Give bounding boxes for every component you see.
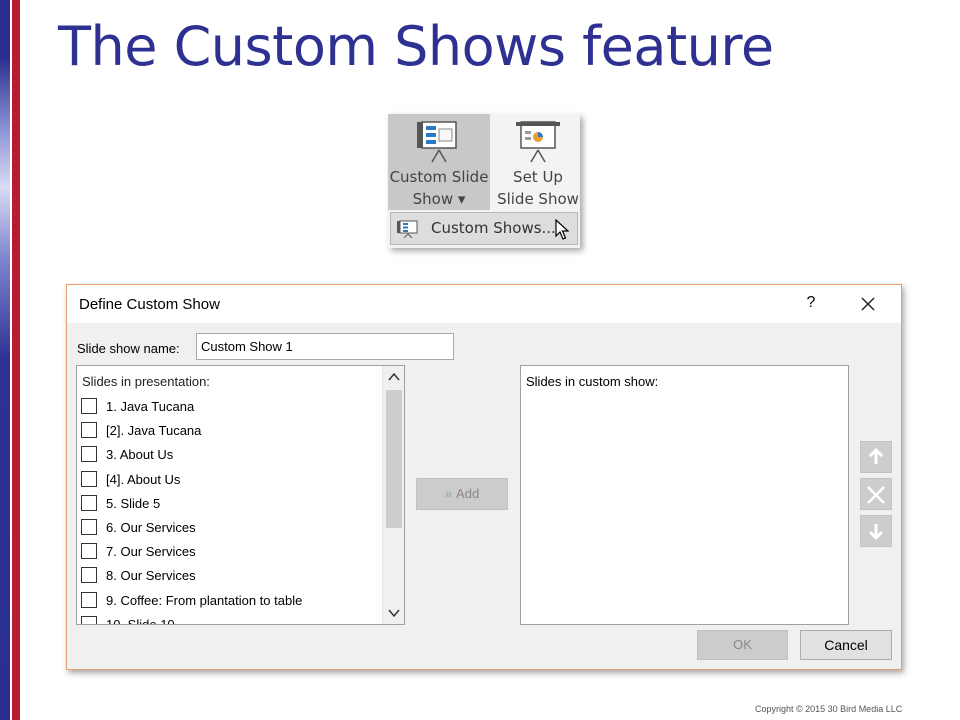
slide-label: 1. Java Tucana bbox=[106, 399, 195, 414]
scroll-down-button[interactable] bbox=[383, 602, 404, 624]
dialog-title: Define Custom Show bbox=[79, 296, 220, 313]
set-up-slide-show-icon bbox=[516, 121, 560, 163]
arrow-up-icon bbox=[868, 447, 884, 464]
slide-show-name-input[interactable] bbox=[196, 333, 454, 360]
slide-label: 10. Slide 10 bbox=[106, 616, 175, 625]
help-button[interactable]: ? bbox=[804, 294, 818, 312]
list-item[interactable]: 6. Our Services bbox=[77, 517, 383, 541]
cancel-button[interactable]: Cancel bbox=[800, 630, 892, 660]
define-custom-show-dialog: Define Custom Show ? Slide show name: Sl… bbox=[66, 284, 902, 670]
slide-label: 3. About Us bbox=[106, 447, 174, 463]
slide-checkbox[interactable] bbox=[81, 470, 97, 487]
close-icon[interactable] bbox=[857, 293, 879, 315]
list-item[interactable]: [2]. Java Tucana bbox=[77, 420, 383, 444]
chevron-up-icon bbox=[388, 372, 400, 381]
slides-in-presentation-header: Slides in presentation: bbox=[82, 374, 210, 389]
custom-slide-show-button[interactable]: Custom Slide Show ▾ bbox=[388, 114, 490, 210]
scroll-thumb[interactable] bbox=[386, 390, 402, 528]
add-label: Add bbox=[456, 486, 480, 501]
slides-in-presentation-list[interactable]: Slides in presentation: 1. Java Tucana [… bbox=[76, 365, 405, 625]
x-icon bbox=[867, 486, 885, 504]
custom-shows-icon bbox=[397, 220, 418, 238]
slide-label: [4]. About Us bbox=[106, 471, 181, 487]
chevron-down-icon bbox=[388, 609, 400, 618]
slide-checkbox[interactable] bbox=[81, 591, 97, 608]
copyright-text: Copyright © 2015 30 Bird Media LLC bbox=[755, 704, 903, 714]
move-up-button[interactable] bbox=[860, 441, 892, 473]
list-item[interactable]: 9. Coffee: From plantation to table bbox=[77, 590, 383, 614]
slide-checkbox[interactable] bbox=[81, 446, 97, 463]
slide-checkbox[interactable] bbox=[81, 518, 97, 535]
slides-list-items: 1. Java Tucana [2]. Java Tucana 3. About… bbox=[77, 396, 383, 625]
list-item[interactable]: 5. Slide 5 bbox=[77, 493, 383, 517]
slide-show-name-label: Slide show name: bbox=[77, 341, 180, 356]
add-arrows-icon: » bbox=[444, 486, 453, 501]
slides-in-custom-show-header: Slides in custom show: bbox=[526, 374, 659, 389]
add-button[interactable]: » Add bbox=[416, 478, 508, 510]
slide-checkbox[interactable] bbox=[81, 494, 97, 511]
list-item[interactable]: 10. Slide 10 bbox=[77, 614, 383, 625]
custom-slide-show-label-2: Show ▾ bbox=[412, 190, 466, 208]
slide-label: 6. Our Services bbox=[106, 519, 196, 535]
arrow-down-icon bbox=[868, 524, 884, 541]
set-up-slide-show-button[interactable]: Set Up Slide Show bbox=[496, 114, 580, 210]
slide-label: 9. Coffee: From plantation to table bbox=[106, 592, 303, 608]
left-red-bar bbox=[12, 0, 20, 720]
list-item[interactable]: 3. About Us bbox=[77, 444, 383, 468]
list-item[interactable]: 1. Java Tucana bbox=[77, 396, 383, 420]
custom-shows-menu-item[interactable]: Custom Shows... bbox=[390, 212, 578, 245]
slides-in-custom-show-list[interactable]: Slides in custom show: bbox=[520, 365, 849, 625]
slide-label: 7. Our Services bbox=[106, 544, 196, 560]
slide-checkbox[interactable] bbox=[81, 543, 97, 560]
slide-checkbox[interactable] bbox=[81, 567, 97, 584]
ribbon-snippet: Custom Slide Show ▾ Set Up Slide Show Cu… bbox=[388, 114, 580, 248]
slide-label: 5. Slide 5 bbox=[106, 495, 161, 511]
ok-button[interactable]: OK bbox=[697, 630, 788, 660]
left-blue-bar bbox=[0, 0, 10, 720]
slide-checkbox[interactable] bbox=[81, 615, 97, 624]
list-item[interactable]: 8. Our Services bbox=[77, 565, 383, 589]
custom-shows-label: Custom Shows... bbox=[431, 219, 556, 237]
set-up-label: Set Up bbox=[513, 168, 563, 186]
dialog-titlebar: Define Custom Show ? bbox=[67, 285, 901, 323]
remove-button[interactable] bbox=[860, 478, 892, 510]
move-down-button[interactable] bbox=[860, 515, 892, 547]
set-up-label-2: Slide Show bbox=[497, 190, 579, 208]
custom-slide-show-label: Custom Slide bbox=[389, 168, 489, 186]
list-item[interactable]: 7. Our Services bbox=[77, 541, 383, 565]
scroll-up-button[interactable] bbox=[383, 366, 404, 388]
mouse-pointer-icon bbox=[555, 219, 569, 240]
slide-label: [2]. Java Tucana bbox=[106, 423, 202, 439]
slide-checkbox[interactable] bbox=[81, 422, 97, 439]
slide-checkbox[interactable] bbox=[81, 398, 97, 414]
slides-list-scrollbar[interactable] bbox=[382, 366, 404, 624]
slide-title: The Custom Shows feature bbox=[58, 15, 774, 78]
slide-label: 8. Our Services bbox=[106, 568, 196, 584]
custom-slide-show-icon bbox=[417, 121, 457, 163]
list-item[interactable]: [4]. About Us bbox=[77, 469, 383, 493]
